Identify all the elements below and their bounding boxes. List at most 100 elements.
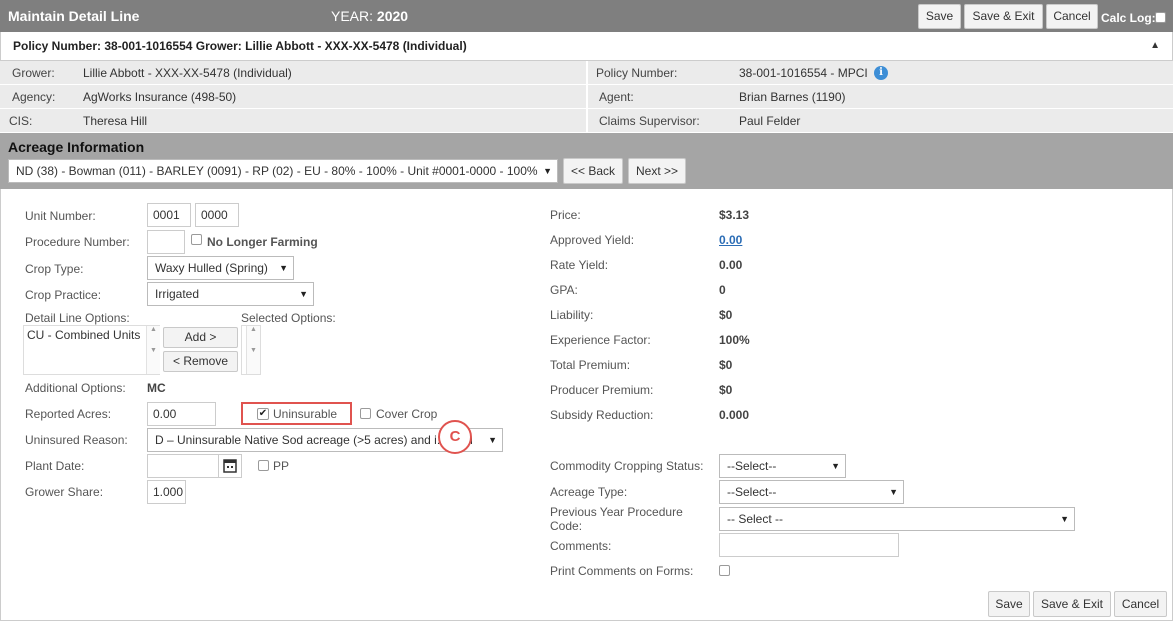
footer-save-button[interactable]: Save [988,591,1030,617]
unit-select[interactable]: ND (38) - Bowman (011) - BARLEY (0091) -… [8,159,558,183]
info-icon[interactable]: i [874,66,888,80]
policy-summary-text: Policy Number: 38-001-1016554 Grower: Li… [13,39,467,53]
crop-practice-label: Crop Practice: [25,288,102,302]
cis-label: CIS: [9,114,33,128]
total-premium-value: $0 [719,358,733,372]
unit-number-input-1[interactable]: 0001 [147,203,191,227]
cancel-button[interactable]: Cancel [1046,4,1098,29]
agent-label: Agent: [599,90,634,104]
liability-label: Liability: [550,308,594,322]
price-label: Price: [550,208,581,222]
additional-options-value: MC [147,381,166,395]
experience-factor-value: 100% [719,333,750,347]
reported-acres-input[interactable]: 0.00 [147,402,216,426]
total-premium-label: Total Premium: [550,358,631,372]
additional-options-label: Additional Options: [25,381,126,395]
chevron-down-icon: ▼ [299,289,308,299]
acreage-title: Acreage Information [8,139,145,155]
page-title: Maintain Detail Line [8,8,140,24]
detail-line-options-label: Detail Line Options: [25,311,130,325]
detail-line-options-list[interactable]: CU - Combined Units [23,325,160,375]
unit-number-label: Unit Number: [25,209,96,223]
crop-type-select[interactable]: Waxy Hulled (Spring) ▼ [147,256,294,280]
year-value: 2020 [376,8,409,24]
policy-number-value: 38-001-1016554 - MPCI [739,66,868,80]
prev-year-procedure-select[interactable]: -- Select -- ▼ [719,507,1075,531]
rate-yield-label: Rate Yield: [550,258,609,272]
chevron-down-icon: ▼ [488,435,497,445]
policy-summary-bar[interactable]: Policy Number: 38-001-1016554 Grower: Li… [0,32,1173,61]
experience-factor-label: Experience Factor: [550,333,651,347]
acreage-type-label: Acreage Type: [550,485,628,499]
procedure-number-label: Procedure Number: [25,235,130,249]
crop-practice-select[interactable]: Irrigated ▼ [147,282,314,306]
crop-practice-value: Irrigated [155,287,200,301]
plant-date-input[interactable] [147,454,219,478]
collapse-caret-icon[interactable]: ▲ [1150,40,1160,51]
acreage-type-select[interactable]: --Select-- ▼ [719,480,904,504]
calendar-icon[interactable] [218,454,242,478]
cover-crop-checkbox[interactable] [360,408,371,419]
commodity-cropping-status-select[interactable]: --Select-- ▼ [719,454,846,478]
liability-value: $0 [719,308,733,322]
price-value: $3.13 [719,208,750,222]
calc-log-checkbox[interactable] [1155,12,1166,23]
agent-value: Brian Barnes (1190) [739,90,846,104]
add-option-button[interactable]: Add > [163,327,238,348]
comments-input[interactable] [719,533,899,557]
selected-options-label: Selected Options: [241,311,336,325]
no-longer-farming-checkbox[interactable] [191,234,202,245]
procedure-number-input[interactable] [147,230,185,254]
crop-type-value: Waxy Hulled (Spring) [155,261,268,275]
approved-yield-label: Approved Yield: [550,233,635,247]
back-button[interactable]: << Back [563,158,623,184]
next-button[interactable]: Next >> [628,158,686,184]
footer-save-exit-button[interactable]: Save & Exit [1033,591,1111,617]
remove-option-button[interactable]: < Remove [163,351,238,372]
subsidy-reduction-label: Subsidy Reduction: [550,408,654,422]
save-button[interactable]: Save [918,4,961,29]
plant-date-label: Plant Date: [25,459,85,473]
footer-cancel-button[interactable]: Cancel [1114,591,1167,617]
uninsurable-label: Uninsurable [273,407,338,421]
list-item[interactable]: CU - Combined Units [27,328,156,342]
gpa-label: GPA: [550,283,578,297]
producer-premium-label: Producer Premium: [550,383,654,397]
prev-year-procedure-value: -- Select -- [727,512,784,526]
grower-value: Lillie Abbott - XXX-XX-5478 (Individual) [83,66,292,80]
grower-share-label: Grower Share: [25,485,104,499]
year-display: YEAR: 2020 [331,8,408,24]
print-comments-label: Print Comments on Forms: [550,564,694,578]
comments-label: Comments: [550,539,612,553]
scrollbar[interactable]: ▲ ▼ [246,326,260,374]
year-label: YEAR: [331,8,374,24]
commodity-cropping-status-label: Commodity Cropping Status: [550,459,704,473]
prev-year-procedure-label: Previous Year Procedure Code: [550,505,683,533]
scrollbar[interactable]: ▲ ▼ [146,326,160,374]
reported-acres-label: Reported Acres: [25,407,112,421]
chevron-down-icon: ▼ [831,461,840,471]
cover-crop-label: Cover Crop [376,407,438,421]
grower-label: Grower: [12,66,55,80]
prev-year-procedure-label-line2: Code: [550,519,583,533]
print-comments-checkbox[interactable] [719,565,730,576]
uninsured-reason-label: Uninsured Reason: [25,433,128,447]
approved-yield-link[interactable]: 0.00 [719,233,742,247]
unit-select-value: ND (38) - Bowman (011) - BARLEY (0091) -… [16,164,538,178]
agency-label: Agency: [12,90,56,104]
agency-value: AgWorks Insurance (498-50) [83,90,237,104]
uninsurable-checkbox[interactable]: ✔ [257,408,269,420]
no-longer-farming-label: No Longer Farming [207,235,318,249]
producer-premium-value: $0 [719,383,733,397]
pp-checkbox[interactable] [258,460,269,471]
subsidy-reduction-value: 0.000 [719,408,750,422]
commodity-cropping-status-value: --Select-- [727,459,777,473]
claims-supervisor-value: Paul Felder [739,114,801,128]
unit-number-input-2[interactable]: 0000 [195,203,239,227]
uninsured-reason-value: D – Uninsurable Native Sod acreage (>5 a… [155,433,473,447]
save-exit-button[interactable]: Save & Exit [964,4,1043,29]
policy-number-label: Policy Number: [596,66,678,80]
chevron-down-icon: ▼ [889,487,898,497]
grower-share-input[interactable]: 1.000 [147,480,186,504]
chevron-down-icon: ▼ [279,263,288,273]
